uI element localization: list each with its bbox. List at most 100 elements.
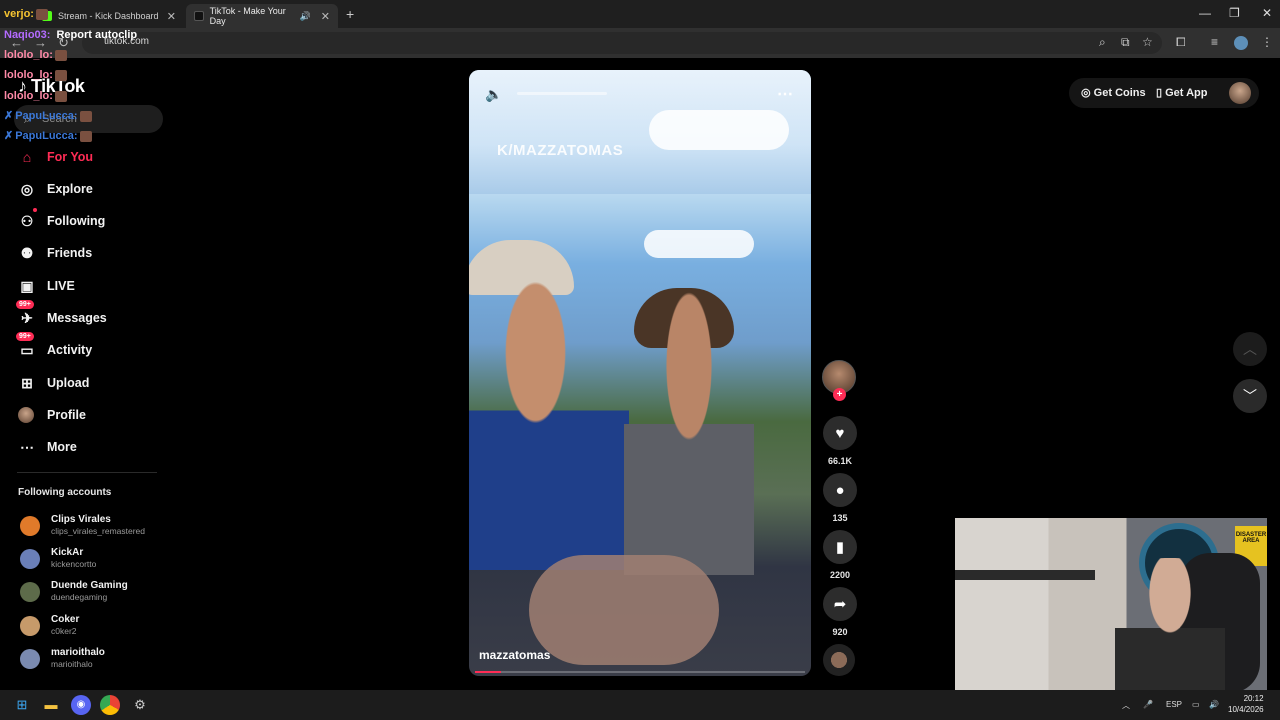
volume-tray-icon[interactable]: 🔊 (1209, 700, 1219, 709)
network-icon[interactable]: ▭ (1192, 700, 1200, 709)
media-control-icon[interactable]: ≡ (1211, 35, 1218, 49)
extensions-icon[interactable]: ⧠ (1176, 35, 1186, 50)
chat-message: Report autoclip (56, 29, 138, 41)
follow-plus-icon[interactable]: + (833, 388, 846, 401)
close-tab-icon[interactable]: ✕ (167, 10, 176, 23)
new-tab-button[interactable]: + (346, 6, 354, 22)
close-tab-icon[interactable]: ✕ (321, 10, 330, 23)
account-avatar (20, 581, 40, 602)
restore-window-icon[interactable]: ❐ (1229, 6, 1240, 20)
bookmark-star-icon[interactable]: ☆ (1142, 35, 1153, 49)
sidebar-item-label: Activity (47, 343, 93, 357)
verified-sword-icon: ✗ (4, 130, 14, 142)
music-disc-icon[interactable] (823, 644, 855, 676)
chat-emote-icon (79, 131, 92, 142)
following-accounts-heading: Following accounts (18, 487, 112, 498)
chat-line: lololo_lo: (4, 69, 67, 82)
following-account-item[interactable]: marioithalo marioithalo (20, 647, 105, 670)
sidebar-item-profile[interactable]: Profile (18, 403, 86, 427)
microphone-icon[interactable]: 🎤 (1143, 700, 1153, 709)
heart-icon: ♥ (823, 416, 857, 450)
following-account-item[interactable]: Duende Gaming duendegaming (20, 580, 128, 603)
sidebar-item-messages[interactable]: 99+ ✈ Messages (16, 300, 107, 330)
comment-button[interactable]: ● 135 (822, 473, 858, 523)
streamer-webcam: DISASTER AREA (955, 518, 1267, 694)
next-video-button[interactable]: ﹀ (1233, 379, 1267, 413)
share-button[interactable]: ➦ 920 (822, 587, 858, 637)
sidebar-item-more[interactable]: ⋯ More (18, 435, 77, 459)
like-button[interactable]: ♥ 66.1K (822, 416, 858, 466)
video-more-icon[interactable]: ⋯ (777, 84, 793, 104)
home-icon: ⌂ (22, 149, 32, 165)
tray-expand-icon[interactable]: ︿ (1122, 700, 1130, 711)
chrome-icon[interactable] (100, 695, 120, 715)
video-person (469, 280, 629, 570)
following-account-item[interactable]: Clips Virales clips_virales_remastered (20, 514, 145, 537)
account-name: marioithalo (51, 647, 105, 658)
messages-badge: 99+ (16, 300, 34, 309)
coin-icon: ◎ (1081, 87, 1091, 99)
account-handle: c0ker2 (51, 626, 77, 636)
volume-icon[interactable]: 🔈 (485, 86, 502, 103)
tab-kick-dashboard[interactable]: Stream - Kick Dashboard ✕ (34, 4, 184, 28)
sidebar-item-friends[interactable]: ⚉ Friends (18, 241, 92, 265)
tiktok-favicon-icon (194, 11, 204, 21)
windows-start-icon[interactable]: ⊞ (12, 695, 32, 715)
save-button[interactable]: ▮ 2200 (822, 530, 858, 580)
chevron-up-icon: ︿ (1243, 341, 1257, 357)
sidebar-item-activity[interactable]: 99+ ▭ Activity (16, 332, 93, 362)
video-hand (529, 555, 719, 665)
tab-tiktok[interactable]: TikTok - Make Your Day 🔊 ✕ (186, 4, 338, 28)
install-app-icon[interactable]: ⧉ (1121, 35, 1130, 50)
speaker-icon[interactable]: 🔊 (300, 11, 311, 22)
verified-sword-icon: ✗ (4, 110, 14, 122)
video-watermark: K/MAZZATOMAS (497, 142, 624, 159)
browser-menu-icon[interactable]: ⋮ (1261, 35, 1273, 49)
get-app-button[interactable]: ▯ Get App (1156, 86, 1208, 99)
zoom-icon[interactable]: ⌕ (1099, 35, 1106, 50)
live-tv-icon: ▣ (20, 277, 34, 294)
chat-emote-icon (54, 91, 67, 102)
comment-count: 135 (832, 513, 848, 523)
sidebar-item-live[interactable]: ▣ LIVE (18, 274, 74, 298)
keyboard-language[interactable]: ESP (1166, 700, 1182, 709)
get-coins-button[interactable]: ◎ Get Coins (1081, 86, 1146, 99)
sidebar-item-following[interactable]: ⚇ Following (18, 208, 105, 233)
following-account-item[interactable]: Coker c0ker2 (20, 614, 79, 637)
chat-emote-icon (54, 70, 67, 81)
chat-line: Naqio03: Report autoclip (4, 29, 137, 42)
chat-line: lololo_lo: (4, 90, 67, 103)
chat-line: verjo: (4, 8, 48, 21)
file-explorer-icon[interactable]: ▬ (41, 695, 61, 715)
user-avatar[interactable] (1229, 82, 1251, 104)
previous-video-button[interactable]: ︿ (1233, 332, 1267, 366)
video-player[interactable]: K/MAZZATOMAS 🔈 ⋯ mazzatomas (469, 70, 811, 676)
video-progress-track[interactable] (475, 671, 805, 673)
settings-gear-icon[interactable]: ⚙ (130, 695, 150, 715)
discord-icon[interactable]: ◉ (71, 695, 91, 715)
chat-username: lololo_lo: (4, 49, 53, 61)
video-author[interactable]: mazzatomas (479, 648, 550, 662)
sidebar-item-label: For You (47, 150, 94, 164)
clock-time: 20:12 (1243, 694, 1264, 703)
clock-date: 10/4/2026 (1228, 705, 1264, 714)
notification-dot (33, 208, 37, 212)
chat-line: ✗ PapuLucca: (4, 130, 92, 143)
sidebar-item-for-you[interactable]: ⌂ For You (18, 145, 93, 169)
close-window-icon[interactable]: ✕ (1262, 6, 1272, 20)
taskbar-clock[interactable]: 20:12 10/4/2026 (1228, 693, 1264, 715)
minimize-window-icon[interactable]: — (1199, 6, 1211, 20)
sidebar-item-upload[interactable]: ⊞ Upload (18, 371, 89, 395)
sidebar-item-explore[interactable]: ◎ Explore (18, 177, 93, 201)
windows-taskbar (0, 690, 1280, 720)
browser-profile-avatar[interactable] (1234, 36, 1248, 50)
url-bar[interactable] (82, 32, 1162, 54)
account-handle: clips_virales_remastered (51, 526, 146, 536)
phone-icon: ▯ (1156, 87, 1163, 99)
sidebar-item-label: Messages (47, 311, 107, 325)
volume-slider[interactable] (517, 92, 607, 95)
following-account-item[interactable]: KickAr kickencortto (20, 547, 96, 570)
video-person (624, 285, 754, 575)
account-name: Duende Gaming (51, 580, 128, 591)
activity-icon: ▭ (20, 341, 34, 358)
